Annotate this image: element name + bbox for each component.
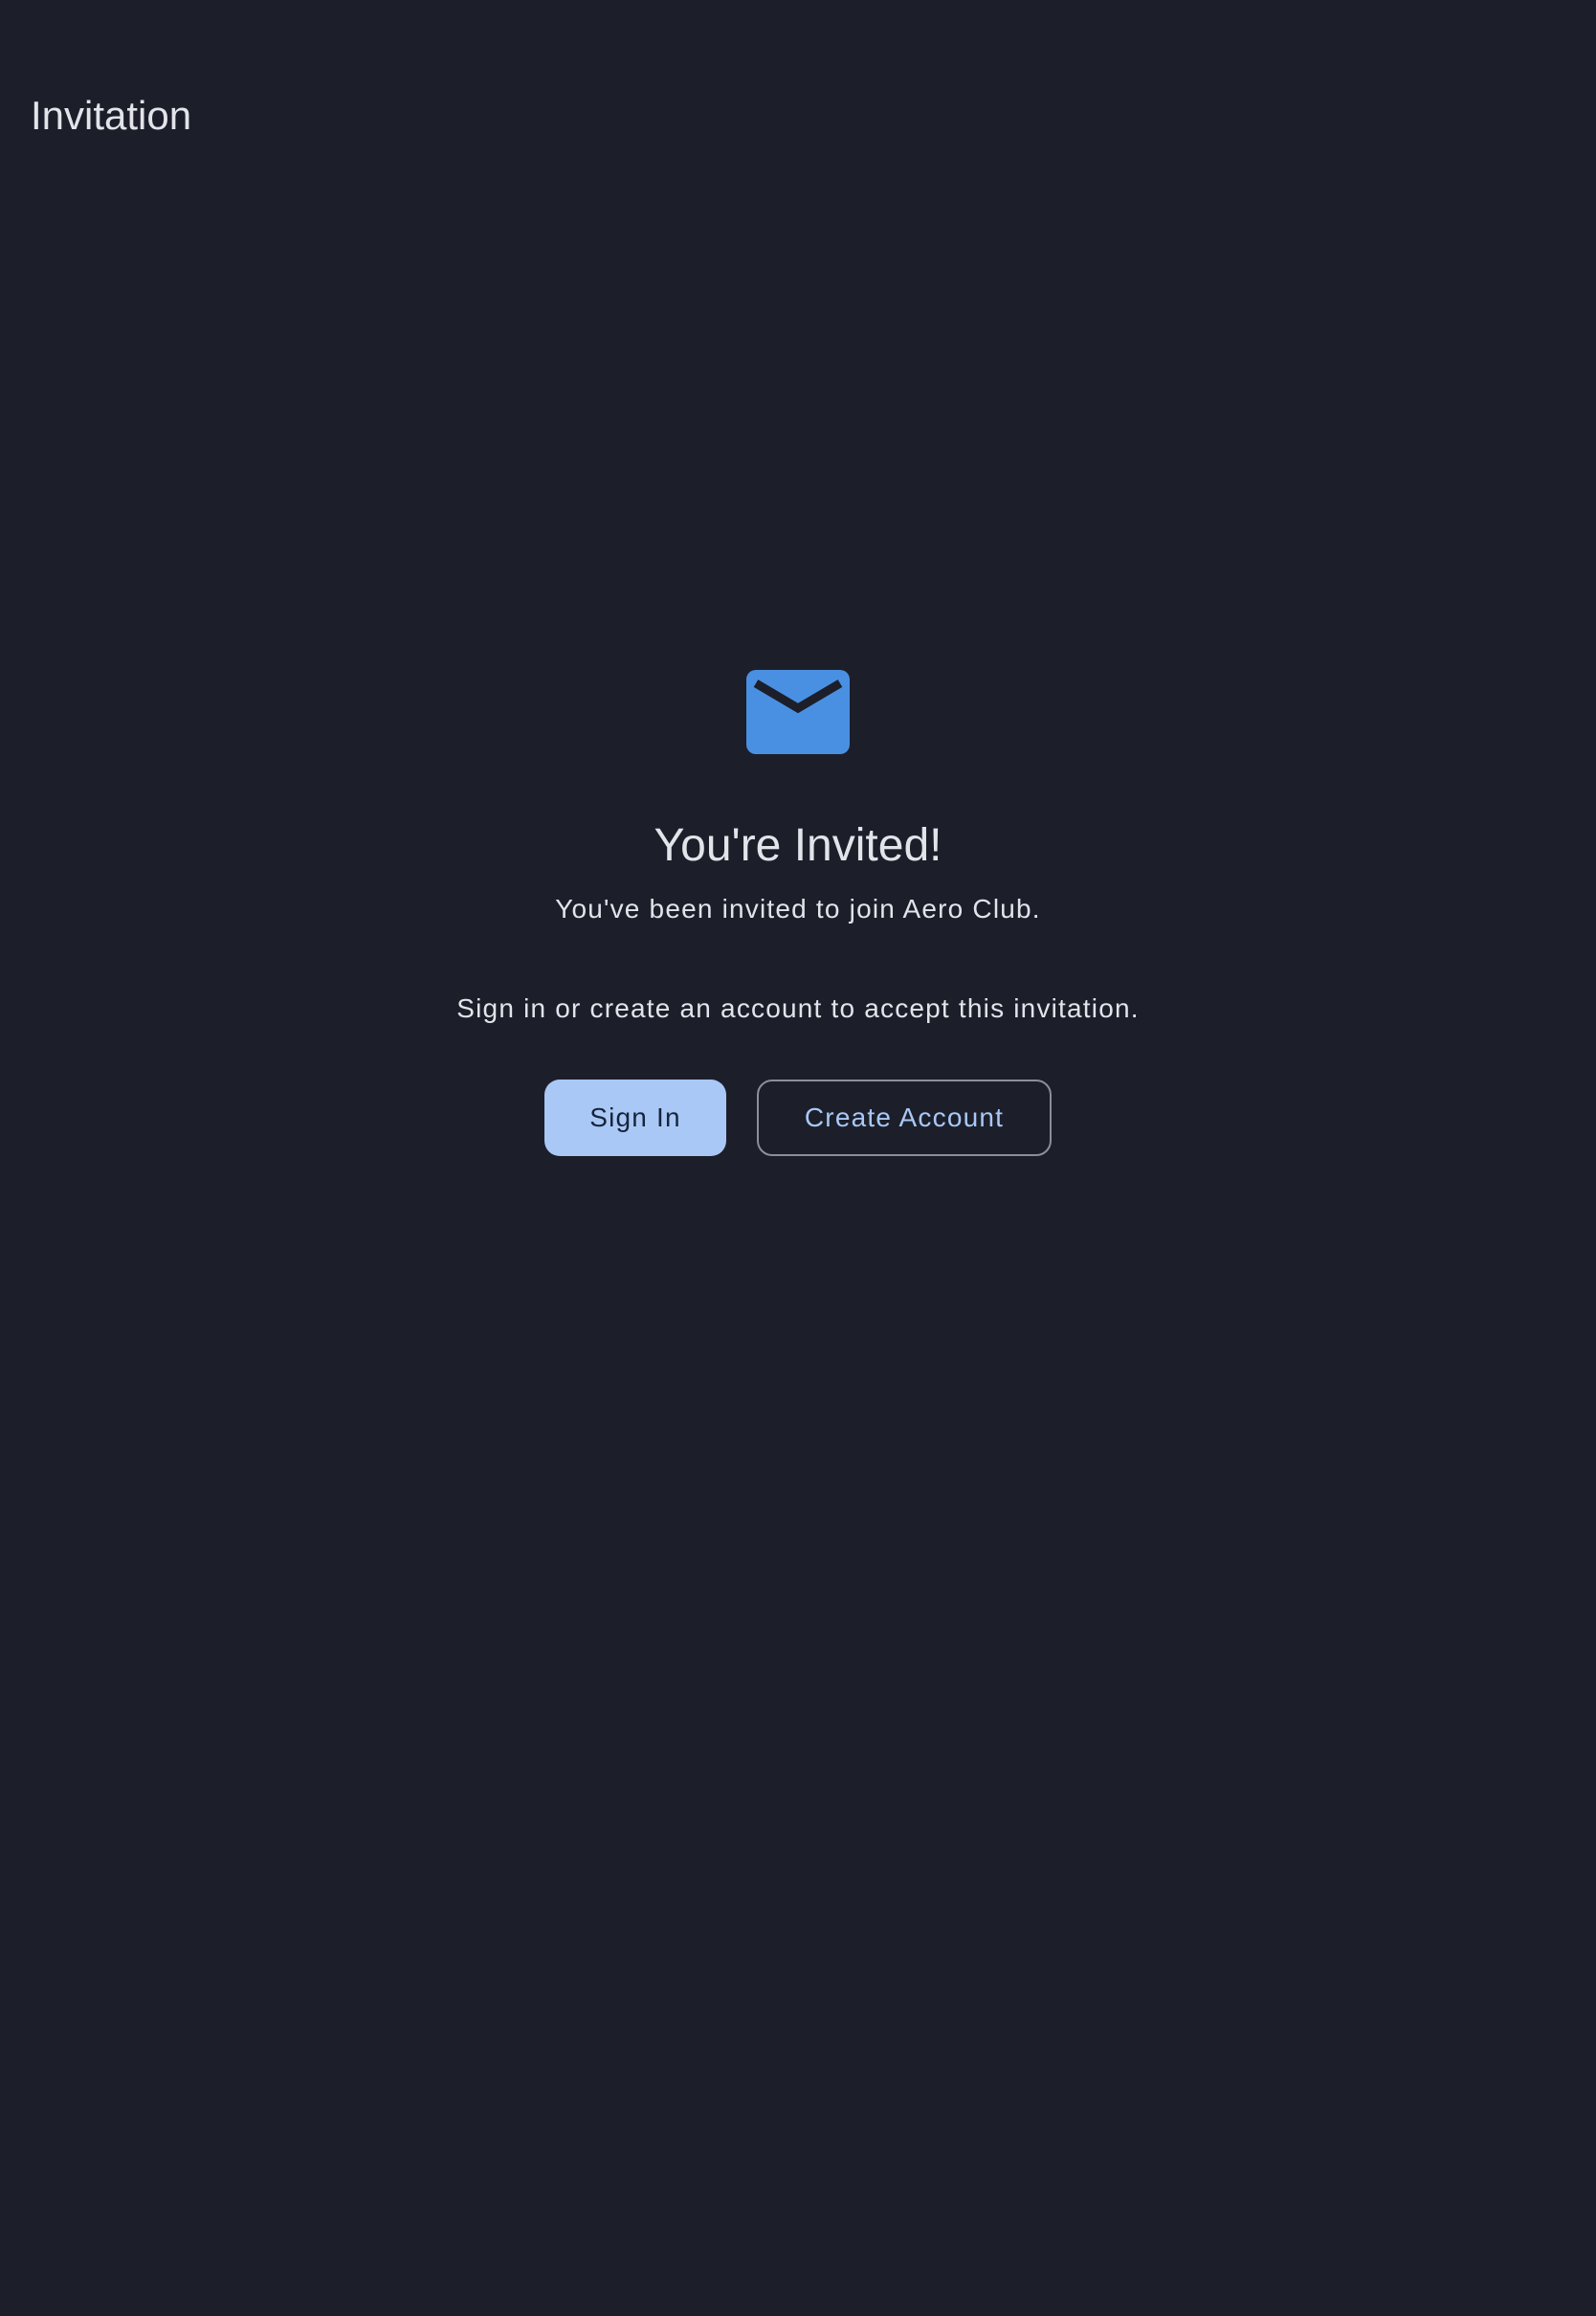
invitation-card: You're Invited! You've been invited to j… xyxy=(0,670,1596,1156)
mail-icon xyxy=(746,670,850,754)
invitation-subtitle: You've been invited to join Aero Club. xyxy=(555,894,1041,924)
create-account-button[interactable]: Create Account xyxy=(757,1080,1052,1156)
sign-in-button[interactable]: Sign In xyxy=(544,1080,726,1156)
app-bar: Invitation xyxy=(0,0,1596,230)
action-buttons: Sign In Create Account xyxy=(544,1080,1052,1156)
invitation-headline: You're Invited! xyxy=(654,820,942,871)
invitation-instruction: Sign in or create an account to accept t… xyxy=(456,993,1140,1023)
page-title: Invitation xyxy=(31,93,192,138)
